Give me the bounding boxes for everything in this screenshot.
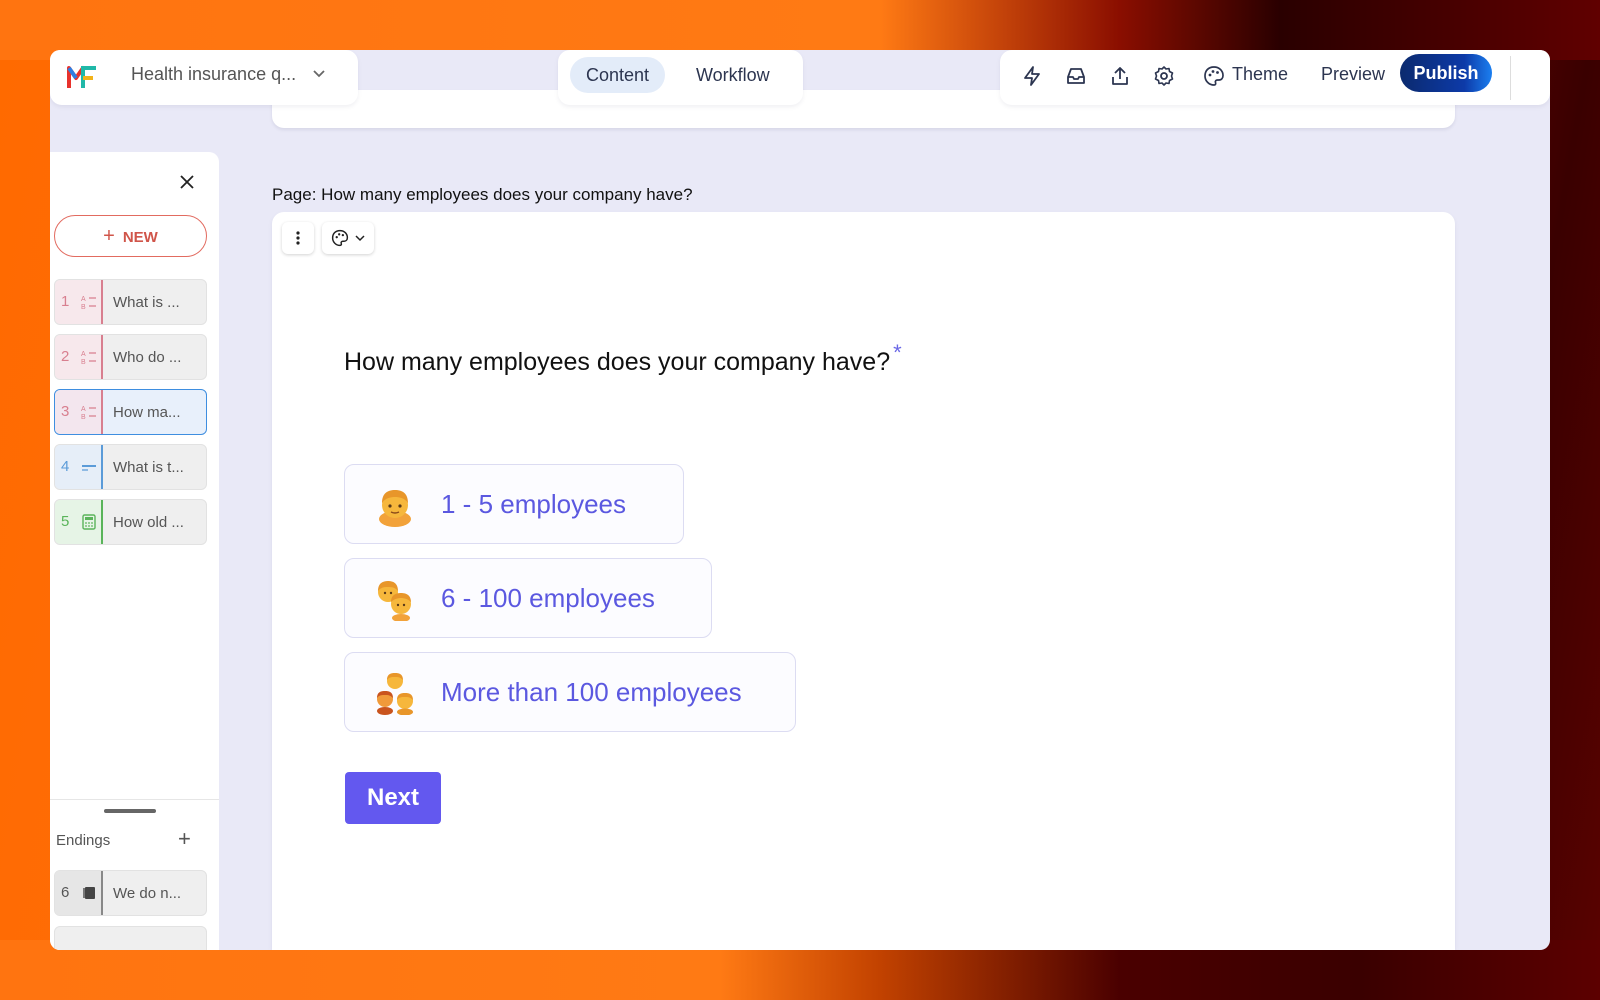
question-type-badge: 3 AB [55, 390, 102, 434]
question-text: How many employees does your company hav… [344, 348, 891, 376]
multiple-choice-icon: AB [81, 351, 96, 365]
sidebar-ending-6[interactable]: 6 We do n... [54, 870, 207, 916]
multiple-choice-icon: AB [81, 406, 96, 420]
svg-text:B: B [81, 304, 86, 310]
svg-text:A: A [81, 296, 86, 303]
person-emoji-icon [379, 490, 411, 527]
question-title: What is t... [113, 459, 184, 476]
page-label-prefix: Page: [272, 185, 317, 204]
question-color-bar [101, 445, 103, 489]
toolbar: Theme Preview Publish [1000, 50, 1550, 105]
question-sidebar: + NEW 1 AB What is ... 2 AB Who do ... 3 … [50, 152, 219, 950]
question-type-badge: 5 [55, 500, 102, 544]
question-type-badge: 4 [55, 445, 102, 489]
question-number: 3 [61, 403, 70, 420]
question-color-bar [101, 280, 103, 324]
question-number: 5 [61, 513, 70, 530]
question-number: 2 [61, 348, 70, 365]
next-button[interactable]: Next [345, 772, 441, 824]
option-more-than-100-employees[interactable]: More than 100 employees [344, 652, 796, 732]
theme-button[interactable]: Theme [1232, 64, 1288, 85]
form-title-bar: Health insurance q... [50, 50, 358, 105]
ending-title: We do n... [113, 885, 182, 902]
page-style-button[interactable] [322, 222, 374, 254]
settings-icon[interactable] [1150, 62, 1178, 90]
sidebar-question-4[interactable]: 4 What is t... [54, 444, 207, 490]
tab-workflow[interactable]: Workflow [680, 57, 786, 93]
option-1-5-employees[interactable]: 1 - 5 employees [344, 464, 684, 544]
required-marker: * [893, 340, 902, 365]
chevron-down-icon[interactable] [312, 66, 326, 85]
option-label: 1 - 5 employees [441, 489, 626, 519]
question-page-card: How many employees does your company hav… [272, 212, 1455, 950]
inbox-icon[interactable] [1062, 62, 1090, 90]
view-switcher: Content Workflow [558, 50, 803, 105]
question-type-badge: 1 AB [55, 280, 102, 324]
app-logo-icon [67, 66, 96, 88]
sidebar-question-1[interactable]: 1 AB What is ... [54, 279, 207, 325]
new-label: NEW [122, 229, 158, 246]
sidebar-divider [50, 799, 219, 800]
ending-type-badge: 6 [55, 871, 102, 915]
sidebar-question-2[interactable]: 2 AB Who do ... [54, 334, 207, 380]
question-title: How old ... [113, 514, 184, 531]
question-number: 4 [61, 458, 70, 475]
sidebar-ending-next[interactable] [54, 926, 207, 950]
preview-button[interactable]: Preview [1321, 64, 1385, 85]
question-title: What is ... [113, 294, 180, 311]
question-title: How ma... [113, 404, 181, 421]
plus-icon: + [103, 225, 115, 247]
form-title[interactable]: Health insurance q... [131, 64, 296, 85]
tab-content[interactable]: Content [570, 57, 666, 93]
question-color-bar [101, 390, 103, 434]
question-heading: How many employees does your company hav… [344, 340, 902, 377]
sidebar-question-5[interactable]: 5 How old ... [54, 499, 207, 545]
palette-icon [331, 229, 349, 247]
resize-handle[interactable] [104, 809, 156, 813]
svg-text:A: A [81, 351, 86, 358]
option-label: More than 100 employees [441, 677, 742, 707]
ending-icon [83, 887, 95, 899]
endings-label: Endings [56, 832, 111, 849]
ending-number: 6 [61, 884, 70, 901]
bolt-icon[interactable] [1018, 62, 1046, 90]
add-ending-button[interactable]: + [178, 826, 191, 852]
app-window: Health insurance q... Content Workflow T… [50, 50, 1550, 950]
chevron-down-icon [355, 235, 365, 242]
share-icon[interactable] [1106, 62, 1134, 90]
vertical-dots-icon [296, 231, 300, 245]
question-number: 1 [61, 293, 70, 310]
toolbar-divider [1510, 56, 1511, 100]
page-title: How many employees does your company hav… [321, 185, 693, 204]
group-emoji-icon [377, 673, 413, 715]
number-icon [82, 514, 96, 530]
svg-text:B: B [81, 359, 86, 365]
sidebar-question-3[interactable]: 3 AB How ma... [54, 389, 207, 435]
question-color-bar [101, 335, 103, 379]
multiple-choice-icon: AB [81, 296, 96, 310]
question-color-bar [101, 500, 103, 544]
close-icon[interactable] [177, 172, 197, 192]
more-options-button[interactable] [282, 222, 314, 254]
option-6-100-employees[interactable]: 6 - 100 employees [344, 558, 712, 638]
new-question-button[interactable]: + NEW [54, 215, 207, 257]
option-label: 6 - 100 employees [441, 583, 655, 613]
palette-icon[interactable] [1200, 62, 1228, 90]
question-title: Who do ... [113, 349, 182, 366]
svg-text:A: A [81, 406, 86, 413]
short-text-icon [82, 465, 96, 471]
ending-color-bar [101, 871, 103, 915]
page-label: Page: How many employees does your compa… [272, 185, 693, 205]
question-type-badge: 2 AB [55, 335, 102, 379]
two-people-emoji-icon [378, 581, 411, 621]
svg-text:B: B [81, 414, 86, 420]
publish-button[interactable]: Publish [1400, 54, 1492, 92]
